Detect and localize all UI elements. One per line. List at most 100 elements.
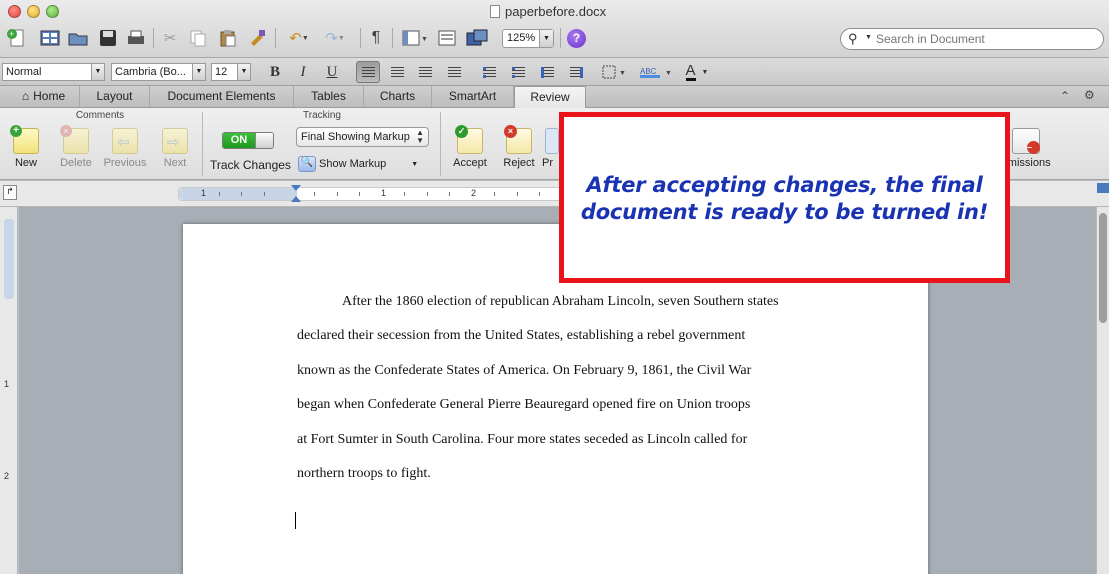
document-filename: paperbefore.docx bbox=[505, 4, 607, 19]
ribbon-tabs: ⌂ Home Layout Document Elements Tables Ch… bbox=[0, 86, 1109, 108]
collapse-ribbon-icon[interactable]: ⌃ bbox=[1060, 89, 1070, 103]
scrollbar-thumb[interactable] bbox=[1099, 213, 1107, 323]
help-icon[interactable]: ? bbox=[567, 29, 586, 48]
sidebar-toggle-icon[interactable]: ▼ bbox=[399, 27, 431, 49]
search-box[interactable]: ⚲ ▼ bbox=[840, 28, 1104, 50]
indent-marker[interactable] bbox=[291, 185, 301, 207]
zoom-dropdown[interactable]: 125% ▼ bbox=[502, 29, 554, 48]
justify-icon bbox=[447, 66, 461, 78]
accept-icon: ✓ bbox=[455, 125, 483, 154]
title-bar: paperbefore.docx + ✂ ↶▼ ↷▼ ¶ ▼ 125% ▼ bbox=[0, 0, 1109, 58]
copy-icon[interactable] bbox=[186, 27, 210, 49]
font-color-letter: A bbox=[685, 61, 696, 81]
undo-icon[interactable]: ↶ ▼ bbox=[282, 27, 316, 49]
paragraph-line[interactable]: known as the Confederate States of Ameri… bbox=[297, 363, 751, 379]
next-comment-button[interactable]: ⇨ Next bbox=[152, 128, 198, 178]
bold-button[interactable]: B bbox=[264, 62, 286, 82]
vruler-number: 2 bbox=[4, 471, 10, 481]
increase-indent-button[interactable] bbox=[565, 62, 587, 82]
paragraph-line[interactable]: declared their secession from the United… bbox=[297, 328, 745, 344]
pilcrow-icon[interactable]: ¶ bbox=[366, 27, 386, 49]
align-left-button[interactable] bbox=[356, 61, 380, 83]
button-label: Reject bbox=[503, 157, 535, 169]
chevron-down-icon: ▼ bbox=[701, 68, 709, 76]
bulleted-list-button[interactable] bbox=[507, 62, 529, 82]
tab-tables[interactable]: Tables bbox=[294, 86, 364, 107]
save-icon[interactable] bbox=[96, 27, 120, 49]
align-right-button[interactable] bbox=[414, 62, 436, 82]
cut-icon[interactable]: ✂ bbox=[158, 27, 182, 49]
close-window-button[interactable] bbox=[8, 5, 21, 18]
underline-button[interactable]: U bbox=[321, 62, 343, 82]
tab-stop-selector[interactable]: ↱ bbox=[3, 185, 17, 200]
new-document-icon[interactable]: + bbox=[2, 27, 32, 49]
next-arrow-icon: ⇨ bbox=[162, 128, 188, 154]
style-dropdown[interactable]: Normal ▼ bbox=[2, 63, 105, 81]
toolbox-icon[interactable] bbox=[436, 27, 458, 49]
zoom-value: 125% bbox=[507, 32, 536, 44]
redo-icon[interactable]: ↷ ▼ bbox=[318, 27, 352, 49]
search-input[interactable] bbox=[876, 31, 1096, 47]
font-value: Cambria (Bo... bbox=[115, 66, 186, 78]
markup-view-select[interactable]: Final Showing Markup ▲ ▼ bbox=[296, 127, 429, 147]
align-center-icon bbox=[390, 66, 404, 78]
tab-smartart[interactable]: SmartArt bbox=[432, 86, 514, 107]
new-comment-button[interactable]: + New bbox=[3, 125, 49, 178]
decrease-indent-button[interactable] bbox=[536, 62, 558, 82]
open-folder-icon[interactable] bbox=[66, 27, 90, 49]
home-icon: ⌂ bbox=[21, 89, 30, 103]
group-label-comments: Comments bbox=[75, 110, 125, 121]
print-icon[interactable] bbox=[124, 27, 148, 49]
chevron-down-icon: ▼ bbox=[91, 64, 104, 80]
minimize-window-button[interactable] bbox=[27, 5, 40, 18]
ruler-number: 2 bbox=[471, 188, 477, 198]
horizontal-ruler[interactable]: 1 1 2 bbox=[178, 187, 568, 201]
bulleted-list-icon bbox=[511, 66, 525, 78]
delete-comment-button[interactable]: × Delete bbox=[53, 125, 99, 178]
media-browser-icon[interactable] bbox=[464, 27, 490, 49]
numbered-list-button[interactable] bbox=[478, 62, 500, 82]
borders-button[interactable]: ▼ bbox=[600, 62, 630, 82]
delete-comment-icon: × bbox=[60, 125, 89, 154]
callout-line: document is ready to be turned in! bbox=[580, 200, 989, 224]
font-dropdown[interactable]: Cambria (Bo... ▼ bbox=[111, 63, 206, 81]
paragraph-line[interactable]: After the 1860 election of republican Ab… bbox=[342, 294, 779, 310]
previous-change-icon bbox=[545, 128, 559, 154]
ruler-number: 1 bbox=[381, 188, 387, 198]
stepper-arrows-icon: ▲ ▼ bbox=[416, 128, 424, 145]
format-painter-icon[interactable] bbox=[245, 27, 269, 49]
tab-document-elements[interactable]: Document Elements bbox=[150, 86, 294, 107]
zoom-window-button[interactable] bbox=[46, 5, 59, 18]
svg-text:▼: ▼ bbox=[421, 36, 428, 43]
font-color-button[interactable]: A ▼ bbox=[680, 62, 714, 82]
vertical-scrollbar[interactable] bbox=[1096, 183, 1109, 574]
reject-button[interactable]: × Reject bbox=[496, 125, 542, 178]
align-center-button[interactable] bbox=[386, 62, 408, 82]
gear-icon[interactable]: ⚙ bbox=[1084, 88, 1095, 102]
callout-line: After accepting changes, the final bbox=[586, 173, 983, 197]
paragraph-line[interactable]: northern troops to fight. bbox=[297, 466, 431, 482]
show-markup-button[interactable]: 🔍 Show Markup ▼ bbox=[298, 156, 418, 172]
tab-home[interactable]: ⌂ Home bbox=[8, 86, 80, 107]
paste-icon[interactable] bbox=[216, 27, 240, 49]
paragraph-line[interactable]: at Fort Sumter in South Carolina. Four m… bbox=[297, 432, 747, 448]
text-cursor bbox=[295, 512, 296, 529]
font-size-dropdown[interactable]: 12 ▼ bbox=[211, 63, 251, 81]
highlight-button[interactable]: ABC ▼ bbox=[638, 62, 674, 82]
paragraph-line[interactable]: began when Confederate General Pierre Be… bbox=[297, 397, 750, 413]
italic-button[interactable]: I bbox=[292, 62, 314, 82]
chevron-down-icon: ▼ bbox=[411, 160, 419, 168]
gallery-icon[interactable] bbox=[38, 27, 62, 49]
window-title: paperbefore.docx bbox=[490, 4, 606, 19]
track-changes-toggle[interactable]: ON bbox=[222, 132, 274, 149]
button-label: Accept bbox=[453, 157, 487, 169]
style-value: Normal bbox=[6, 66, 42, 78]
callout-box: After accepting changes, the final docum… bbox=[559, 112, 1010, 283]
justify-button[interactable] bbox=[443, 62, 465, 82]
new-comment-icon: + bbox=[10, 125, 39, 154]
accept-button[interactable]: ✓ Accept bbox=[446, 125, 494, 178]
tab-charts[interactable]: Charts bbox=[364, 86, 432, 107]
tab-review[interactable]: Review bbox=[514, 86, 586, 108]
previous-comment-button[interactable]: ⇦ Previous bbox=[102, 128, 148, 178]
tab-layout[interactable]: Layout bbox=[80, 86, 150, 107]
